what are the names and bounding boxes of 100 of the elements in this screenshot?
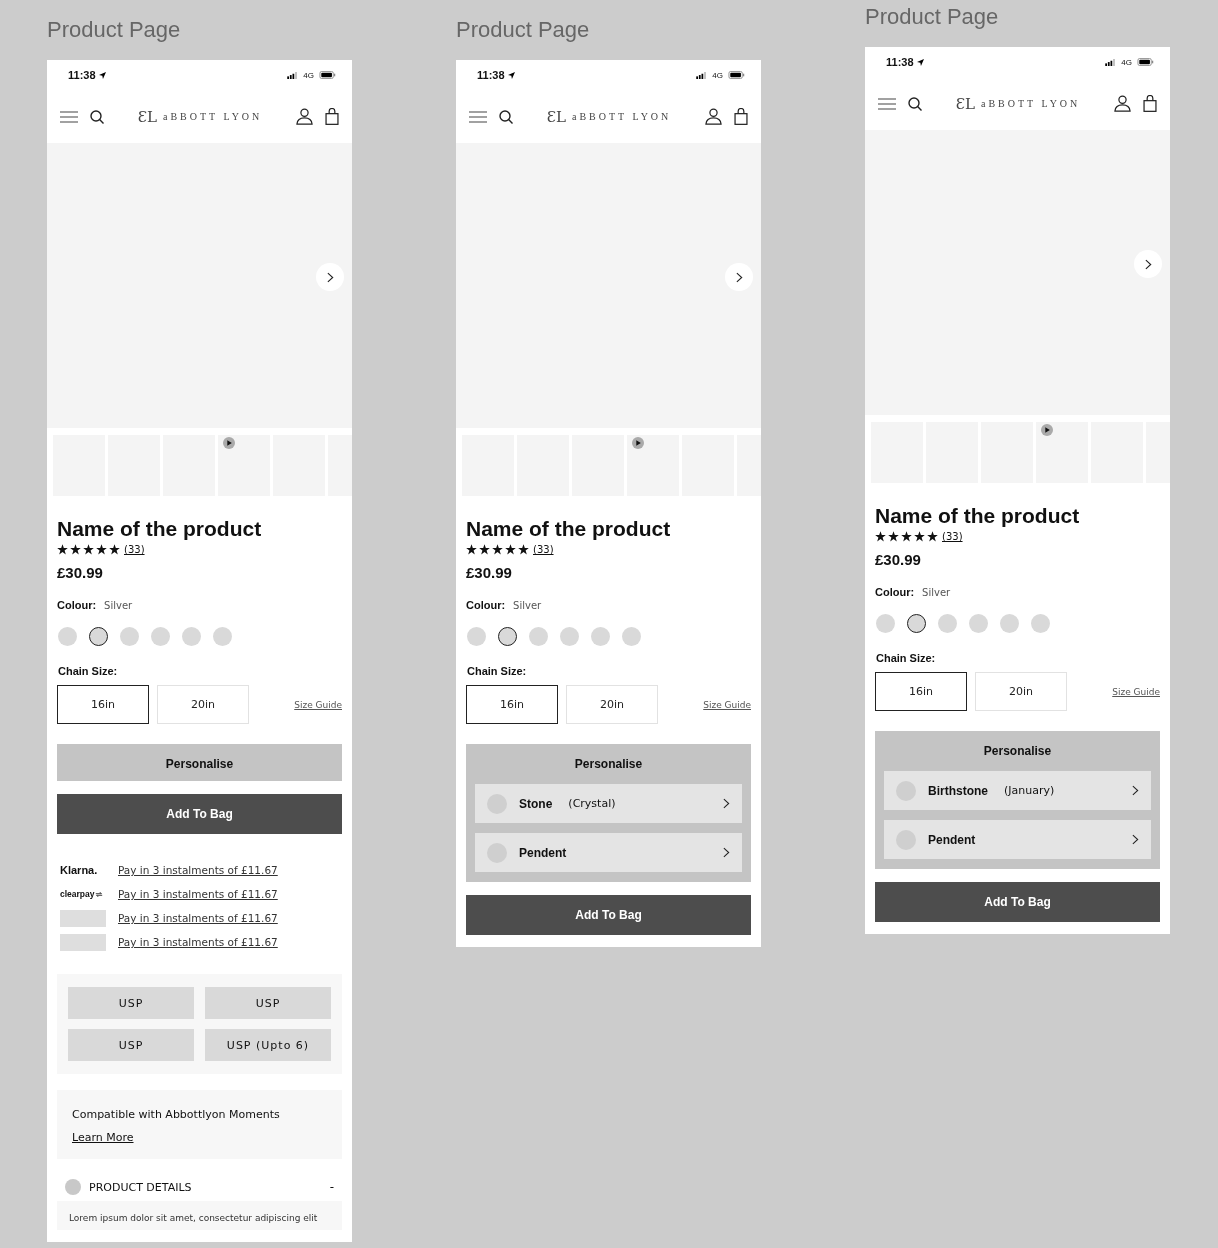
colour-swatch[interactable] <box>876 614 895 633</box>
signal-icon <box>287 71 299 79</box>
colour-swatch[interactable] <box>938 614 957 633</box>
size-option[interactable]: 16in <box>57 685 149 724</box>
play-icon <box>1041 424 1053 436</box>
status-time: 11:38 <box>477 69 505 81</box>
reviews-link[interactable]: (33) <box>533 544 554 555</box>
search-icon[interactable] <box>90 109 104 124</box>
colour-label: Colour: <box>57 599 97 611</box>
colour-swatch[interactable] <box>1031 614 1050 633</box>
next-image-button[interactable] <box>316 263 344 291</box>
size-option[interactable]: 16in <box>466 685 558 724</box>
thumbnail[interactable] <box>218 435 270 496</box>
location-icon <box>916 58 924 66</box>
colour-swatch[interactable] <box>182 627 201 646</box>
brand-monogram: ƐL <box>137 107 157 126</box>
add-to-bag-button[interactable]: Add To Bag <box>57 794 342 834</box>
brand-name: aBBOTT LYON <box>163 111 263 122</box>
personalise-option[interactable]: Pendent <box>475 833 742 872</box>
thumbnail[interactable] <box>627 435 679 496</box>
colour-swatch[interactable] <box>58 627 77 646</box>
colour-value: Silver <box>922 587 951 598</box>
size-option[interactable]: 20in <box>975 672 1067 711</box>
size-guide-link[interactable]: Size Guide <box>703 699 751 710</box>
product-details-header[interactable]: PRODUCT DETAILS - <box>57 1175 342 1199</box>
personalise-option[interactable]: Pendent <box>884 820 1151 859</box>
chevron-icon <box>1132 785 1139 796</box>
signal-icon <box>1105 58 1117 66</box>
product-name: Name of the product <box>875 504 1081 528</box>
instalments-link[interactable]: Pay in 3 instalments of £11.67 <box>118 912 278 924</box>
reviews-link[interactable]: (33) <box>942 531 963 542</box>
colour-value: Silver <box>104 600 133 611</box>
collapse-toggle[interactable]: - <box>329 1180 334 1194</box>
instalments-link[interactable]: Pay in 3 instalments of £11.67 <box>118 864 278 876</box>
chain-size-label: Chain Size: <box>57 665 119 677</box>
account-icon[interactable] <box>705 108 722 125</box>
colour-swatch[interactable] <box>591 627 610 646</box>
chevron-icon <box>723 798 730 809</box>
personalise-option[interactable]: Stone (Crystal) <box>475 784 742 823</box>
size-guide-link[interactable]: Size Guide <box>1112 686 1160 697</box>
chevron-icon <box>1144 258 1152 270</box>
colour-swatch[interactable] <box>1000 614 1019 633</box>
personalise-title: Personalise <box>573 757 644 771</box>
colour-swatch[interactable] <box>560 627 579 646</box>
size-guide-link[interactable]: Size Guide <box>294 699 342 710</box>
personalise-title: Personalise <box>982 744 1053 758</box>
personalise-panel[interactable]: Personalise <box>57 744 342 781</box>
colour-swatch[interactable] <box>120 627 139 646</box>
product-price: £30.99 <box>57 564 104 581</box>
instalments-link[interactable]: Pay in 3 instalments of £11.67 <box>118 936 278 948</box>
colour-swatch[interactable] <box>89 627 108 646</box>
personalise-panel[interactable]: Personalise Birthstone (January) Pendent <box>875 731 1160 869</box>
account-icon[interactable] <box>296 108 313 125</box>
bag-icon[interactable] <box>734 108 748 125</box>
add-to-bag-button[interactable]: Add To Bag <box>875 882 1160 922</box>
account-icon[interactable] <box>1114 95 1131 112</box>
colour-swatch[interactable] <box>969 614 988 633</box>
colour-swatch[interactable] <box>467 627 486 646</box>
battery-icon <box>1137 58 1154 66</box>
colour-swatch[interactable] <box>151 627 170 646</box>
thumbnail[interactable] <box>1036 422 1088 483</box>
size-option[interactable]: 16in <box>875 672 967 711</box>
search-icon[interactable] <box>499 109 513 124</box>
status-time: 11:38 <box>68 69 96 81</box>
usp-tile: USP (Upto 6) <box>205 1029 331 1061</box>
option-name: Pendent <box>519 845 567 860</box>
colour-swatch[interactable] <box>907 614 926 633</box>
location-icon <box>98 71 106 79</box>
option-value: (Crystal) <box>568 797 616 810</box>
colour-swatch[interactable] <box>529 627 548 646</box>
search-icon[interactable] <box>908 96 922 111</box>
chevron-icon <box>1132 834 1139 845</box>
menu-icon[interactable] <box>469 110 487 123</box>
next-image-button[interactable] <box>1134 250 1162 278</box>
size-option[interactable]: 20in <box>566 685 658 724</box>
colour-swatch[interactable] <box>213 627 232 646</box>
add-to-bag-button[interactable]: Add To Bag <box>466 895 751 935</box>
chain-size-label: Chain Size: <box>875 652 937 664</box>
arrows-icon <box>94 890 103 898</box>
frame-title: Product Page <box>456 17 591 43</box>
bag-icon[interactable] <box>1143 95 1157 112</box>
next-image-button[interactable] <box>725 263 753 291</box>
logo-placeholder <box>60 909 106 927</box>
battery-icon <box>319 71 336 79</box>
personalise-option[interactable]: Birthstone (January) <box>884 771 1151 810</box>
size-option[interactable]: 20in <box>157 685 249 724</box>
status-time: 11:38 <box>886 56 914 68</box>
product-name: Name of the product <box>466 517 672 541</box>
moments-text: Compatible with Abbottlyon Moments <box>72 1108 281 1121</box>
colour-swatch[interactable] <box>498 627 517 646</box>
reviews-link[interactable]: (33) <box>124 544 145 555</box>
colour-swatch[interactable] <box>622 627 641 646</box>
menu-icon[interactable] <box>60 110 78 123</box>
personalise-panel[interactable]: Personalise Stone (Crystal) Pendent <box>466 744 751 882</box>
menu-icon[interactable] <box>878 97 896 110</box>
usp-tile: USP <box>68 987 194 1019</box>
bag-icon[interactable] <box>325 108 339 125</box>
battery-icon <box>728 71 745 79</box>
learn-more-link[interactable]: Learn More <box>72 1131 134 1144</box>
instalments-link[interactable]: Pay in 3 instalments of £11.67 <box>118 888 278 900</box>
